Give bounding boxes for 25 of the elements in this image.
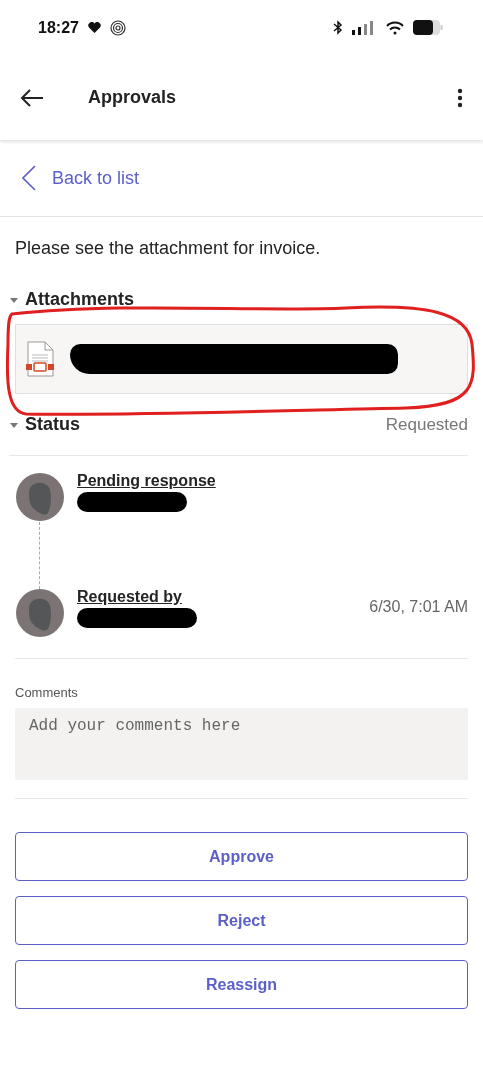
timeline-label: Requested by: [77, 588, 183, 606]
back-link[interactable]: Back to list: [0, 140, 483, 217]
action-button[interactable]: Approve: [15, 832, 468, 881]
presentation-file-icon: [26, 341, 54, 377]
avatar-icon: [15, 588, 65, 638]
section-title: Status: [25, 414, 80, 435]
message-text: Please see the attachment for invoice.: [15, 237, 322, 259]
clock-time: 18:27: [38, 18, 79, 37]
action-button[interactable]: Reject: [15, 896, 468, 945]
section-title: Attachments: [25, 289, 135, 310]
wifi-icon: [386, 20, 404, 35]
chevron-left-icon: [22, 165, 36, 191]
comments-label: Comments: [15, 685, 79, 700]
battery-icon: [413, 20, 443, 35]
heart-icon: [87, 22, 101, 33]
timestamp: 6/30, 7:01 AM: [369, 598, 468, 616]
circles-icon: [109, 19, 126, 36]
timeline-label: Pending response: [77, 472, 217, 490]
attachment-card[interactable]: [15, 324, 468, 394]
avatar-icon: [15, 472, 65, 522]
comments-field[interactable]: Add your comments here: [15, 708, 468, 780]
status-value: Requested: [385, 414, 468, 435]
page-title: Approvals: [88, 87, 178, 108]
action-button[interactable]: Reassign: [15, 960, 468, 1009]
bluetooth-icon: [333, 20, 343, 35]
